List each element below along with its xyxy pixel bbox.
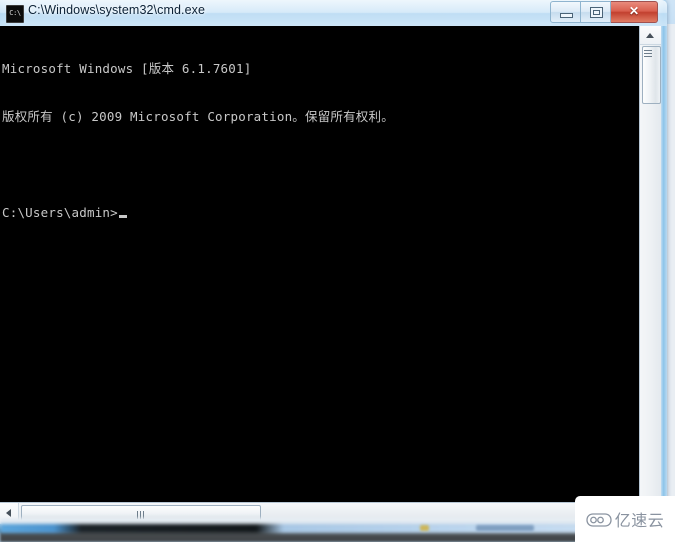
watermark-text: 亿速云 (614, 511, 665, 530)
background-light-edge (666, 24, 675, 502)
console-line-1: Microsoft Windows [版本 6.1.7601] (2, 61, 252, 76)
restore-icon (590, 7, 603, 18)
console-line-2: 版权所有 (c) 2009 Microsoft Corporation。保留所有… (2, 109, 394, 124)
vertical-scrollbar[interactable] (639, 26, 661, 502)
scroll-grip-line (644, 50, 652, 51)
cmd-icon: C:\ (6, 5, 24, 23)
screen: C:\ C:\Windows\system32\cmd.exe ✕ Micros… (0, 0, 675, 542)
scroll-up-button[interactable] (640, 26, 661, 45)
window-controls: ✕ (550, 1, 658, 23)
taskbar-icon[interactable] (420, 525, 429, 531)
window-title: C:\Windows\system32\cmd.exe (28, 3, 206, 17)
scroll-up-arrow-icon (646, 33, 654, 38)
console-text-block: Microsoft Windows [版本 6.1.7601] 版权所有 (c)… (2, 29, 394, 253)
taskbar-highlight (0, 524, 675, 533)
prompt-text: C:\Users\admin> (2, 205, 118, 220)
window-border-right (660, 0, 667, 533)
cloud-logo-icon (586, 512, 612, 527)
minimize-button[interactable] (550, 1, 581, 23)
watermark: 亿速云 (575, 496, 675, 542)
maximize-button[interactable] (581, 1, 611, 23)
scroll-grip-line (644, 56, 652, 57)
vertical-scroll-thumb[interactable] (642, 46, 661, 104)
console-prompt-line: C:\Users\admin> (2, 205, 394, 221)
text-cursor (118, 215, 127, 218)
taskbar-icon[interactable] (476, 525, 534, 531)
scroll-grip-line (644, 53, 652, 54)
console-output-area[interactable]: Microsoft Windows [版本 6.1.7601] 版权所有 (c)… (0, 26, 639, 502)
scroll-left-arrow-icon (6, 509, 11, 517)
title-bar[interactable]: C:\ C:\Windows\system32\cmd.exe ✕ (0, 0, 667, 26)
close-icon: ✕ (628, 4, 640, 18)
minimize-icon (560, 13, 573, 18)
cmd-window[interactable]: C:\ C:\Windows\system32\cmd.exe ✕ Micros… (0, 0, 667, 533)
close-button[interactable]: ✕ (611, 1, 658, 23)
